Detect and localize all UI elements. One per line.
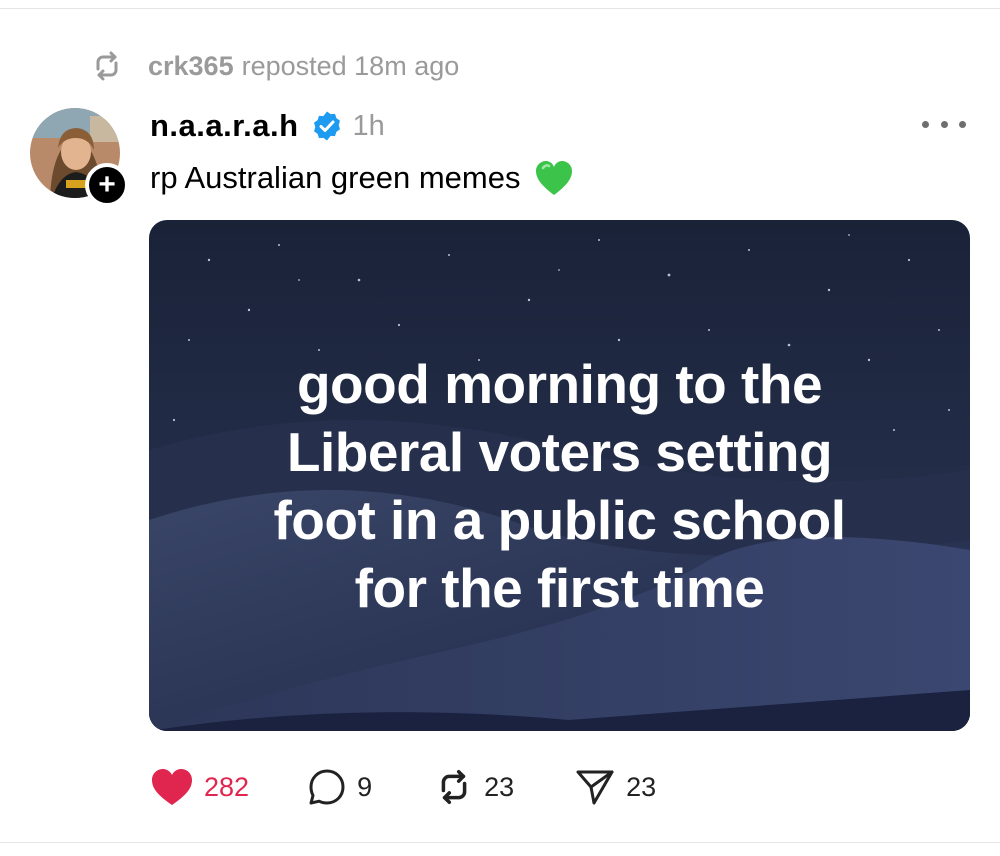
meme-line: Liberal voters setting [286, 421, 833, 483]
green-heart-emoji [534, 159, 574, 197]
meme-line: good morning to the [296, 353, 823, 415]
share-button[interactable]: 23 [574, 767, 656, 807]
top-divider [0, 8, 1000, 9]
repost-button[interactable]: 23 [434, 767, 514, 807]
comment-icon [309, 769, 345, 805]
follow-button[interactable]: + [85, 163, 129, 207]
action-bar: 282 9 23 23 [150, 762, 656, 812]
repost-icon [441, 769, 467, 805]
post-username[interactable]: n.a.a.r.a.h [150, 108, 299, 144]
post-time: 1h [352, 109, 385, 142]
meme-line: foot in a public school [273, 489, 846, 551]
reply-button[interactable]: 9 [307, 767, 372, 807]
repost-label: reposted 18m ago [241, 50, 460, 81]
post-caption: rp Australian green memes [150, 160, 521, 195]
verified-badge-icon [311, 110, 343, 142]
like-button[interactable]: 282 [150, 767, 249, 807]
repost-context: crk365 reposted 18m ago [90, 48, 459, 84]
like-count: 282 [204, 771, 250, 802]
repost-count: 23 [484, 771, 515, 802]
reply-count: 9 [357, 771, 373, 802]
more-options-icon[interactable] [922, 112, 966, 136]
bottom-divider [0, 842, 1000, 843]
repost-username[interactable]: crk365 [148, 51, 234, 82]
post-caption-row: rp Australian green memes [150, 156, 574, 200]
meme-text: good morning to the Liberal voters setti… [149, 350, 970, 622]
post-header: n.a.a.r.a.h 1h [150, 104, 385, 148]
post-image[interactable]: good morning to the Liberal voters setti… [149, 220, 970, 731]
send-icon [576, 770, 614, 805]
repost-icon [90, 49, 124, 83]
heart-icon [152, 769, 192, 805]
meme-line: for the first time [354, 557, 765, 619]
share-count: 23 [626, 771, 657, 802]
